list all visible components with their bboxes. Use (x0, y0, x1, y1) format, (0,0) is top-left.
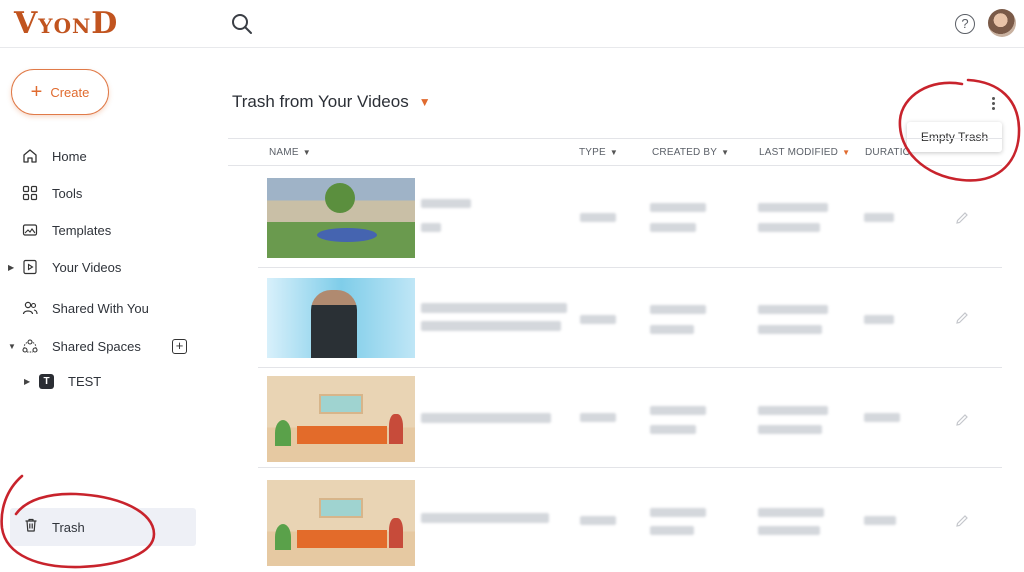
redacted-text (421, 321, 561, 331)
redacted-text (421, 223, 441, 232)
redacted-text (650, 203, 706, 212)
video-thumbnail[interactable] (267, 278, 415, 358)
redacted-text (864, 413, 900, 422)
sidebar-item-shared-with-you[interactable]: Shared With You (0, 295, 200, 321)
table-row[interactable] (258, 268, 1002, 368)
spaces-icon (22, 338, 38, 354)
folder-title-dropdown[interactable]: Trash from Your Videos ▼ (232, 92, 431, 112)
column-header-last-modified[interactable]: LAST MODIFIED ▼ (759, 147, 850, 158)
redacted-text (758, 203, 828, 212)
add-space-button[interactable]: + (172, 339, 187, 354)
create-button[interactable]: + Create (11, 69, 109, 115)
sidebar-item-label: Home (52, 148, 87, 164)
redacted-text (864, 516, 896, 525)
table-row[interactable] (258, 468, 1002, 568)
video-thumbnail[interactable] (267, 178, 415, 258)
user-avatar[interactable] (988, 9, 1016, 37)
table-row[interactable] (258, 368, 1002, 468)
sidebar-item-home[interactable]: Home (0, 143, 200, 169)
redacted-text (758, 406, 828, 415)
space-badge: T (39, 373, 54, 389)
redacted-text (758, 325, 822, 334)
redacted-text (580, 315, 616, 324)
top-bar: VYOND ? (0, 0, 1024, 48)
redacted-text (421, 513, 549, 523)
help-icon[interactable]: ? (955, 14, 975, 34)
pencil-icon[interactable] (954, 210, 970, 226)
redacted-text (580, 516, 616, 525)
redacted-text (864, 315, 894, 324)
redacted-text (758, 508, 824, 517)
create-button-label: Create (50, 84, 90, 100)
sidebar: + Create Home Tools Templates ▶ Your Vid… (0, 48, 210, 572)
more-options-icon[interactable] (985, 92, 1001, 114)
redacted-text (650, 526, 694, 535)
table-header: NAME ▼ TYPE ▼ CREATED BY ▼ LAST MODIFIED ▼ D… (228, 138, 1002, 166)
redacted-text (758, 425, 822, 434)
redacted-text (758, 223, 820, 232)
caret-right-icon[interactable]: ▶ (24, 377, 30, 386)
redacted-text (421, 199, 471, 208)
pencil-icon[interactable] (954, 310, 970, 326)
redacted-text (421, 303, 567, 313)
sidebar-item-tools[interactable]: Tools (0, 180, 200, 206)
templates-icon (22, 222, 38, 238)
sidebar-item-label: Shared Spaces (52, 338, 141, 354)
redacted-text (580, 413, 616, 422)
redacted-text (864, 213, 894, 222)
redacted-text (758, 305, 828, 314)
column-header-name[interactable]: NAME ▼ (269, 147, 311, 158)
trash-icon (23, 517, 39, 538)
plus-icon: + (30, 81, 43, 103)
chevron-down-icon: ▼ (609, 148, 619, 157)
redacted-text (758, 526, 820, 535)
sidebar-item-label: Shared With You (52, 300, 149, 316)
video-icon (22, 259, 38, 275)
table-row[interactable] (258, 168, 1002, 268)
sidebar-item-trash[interactable]: Trash (10, 508, 196, 546)
sidebar-item-label: TEST (68, 373, 102, 389)
sidebar-item-label: Trash (52, 519, 85, 535)
chevron-down-icon: ▼ (721, 148, 730, 157)
page-title: Trash from Your Videos (232, 92, 409, 111)
sidebar-item-your-videos[interactable]: ▶ Your Videos (0, 254, 200, 280)
sidebar-item-label: Your Videos (52, 259, 122, 275)
video-thumbnail[interactable] (267, 480, 415, 566)
sidebar-item-label: Tools (52, 185, 83, 201)
chevron-down-icon: ▼ (842, 148, 851, 157)
redacted-text (650, 406, 706, 415)
column-header-type[interactable]: TYPE ▼ (579, 147, 618, 158)
home-icon (22, 148, 38, 164)
vyond-logo[interactable]: VYOND (14, 6, 118, 41)
redacted-text (580, 213, 616, 222)
users-icon (22, 300, 38, 316)
caret-down-icon[interactable]: ▼ (8, 342, 16, 351)
column-header-duration[interactable]: DURATIO (865, 147, 911, 158)
video-thumbnail[interactable] (267, 376, 415, 462)
redacted-text (421, 413, 551, 423)
redacted-text (650, 305, 706, 314)
redacted-text (650, 223, 696, 232)
pencil-icon[interactable] (954, 412, 970, 428)
column-header-created-by[interactable]: CREATED BY ▼ (652, 147, 729, 158)
sidebar-item-shared-spaces[interactable]: ▼ Shared Spaces (0, 333, 200, 359)
redacted-text (650, 425, 696, 434)
chevron-down-icon: ▼ (302, 148, 311, 157)
pencil-icon[interactable] (954, 513, 970, 529)
redacted-text (650, 508, 706, 517)
caret-right-icon[interactable]: ▶ (8, 263, 14, 272)
sidebar-item-templates[interactable]: Templates (0, 217, 200, 243)
grid-icon (22, 185, 38, 201)
redacted-text (650, 325, 694, 334)
chevron-down-icon: ▼ (418, 95, 431, 109)
sidebar-item-test-space[interactable]: ▶ T TEST (0, 368, 200, 394)
search-icon[interactable] (230, 12, 254, 36)
sidebar-item-label: Templates (52, 222, 112, 238)
